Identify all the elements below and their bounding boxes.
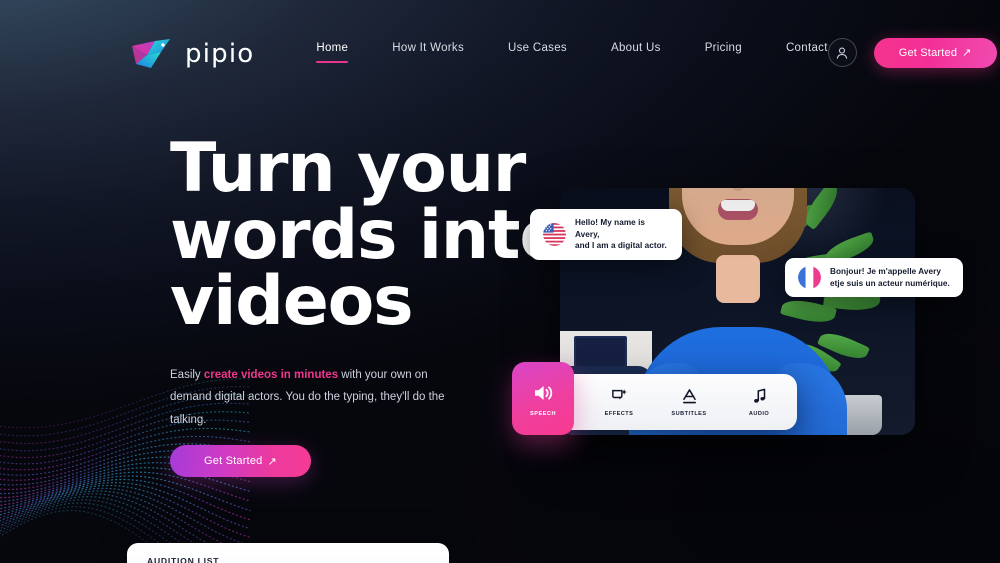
caption-bubble-french: Bonjour! Je m'appelle Avery etje suis un… [785,258,963,298]
nav-item-use-cases[interactable]: Use Cases [508,42,567,63]
sparkle-square-icon [611,389,627,400]
caption-text-french: Bonjour! Je m'appelle Avery etje suis un… [830,267,950,288]
tool-subtitles[interactable]: SUBTITLES [665,387,713,417]
landing-page: pipio Home How It Works Use Cases About … [0,0,1000,563]
tool-audio[interactable]: AUDIO [735,387,783,417]
tool-effects[interactable]: EFFECTS [595,387,643,417]
top-navigation-bar: pipio Home How It Works Use Cases About … [0,0,1000,105]
audition-list-title: AUDITION LIST [147,556,220,563]
tool-label-effects: EFFECTS [604,411,634,417]
brand-name: pipio [185,38,255,69]
arrow-up-right-icon: ↗ [962,47,972,59]
nav-get-started-button[interactable]: Get Started ↗ [873,37,997,68]
nav-actions: Get Started ↗ [827,37,997,68]
nav-item-contact[interactable]: Contact [786,42,828,63]
nav-links: Home How It Works Use Cases About Us Pri… [316,42,827,63]
hero-sub-highlight: create videos in minutes [203,368,339,381]
hero-section: Turn your words into videos Easily creat… [170,129,570,478]
nav-item-pricing[interactable]: Pricing [705,42,742,63]
brand-logo[interactable]: pipio [130,37,254,71]
tool-label-subtitles: SUBTITLES [671,411,707,417]
account-button[interactable] [827,38,857,67]
nav-cta-label: Get Started [898,46,958,59]
hero-headline: Turn your words into videos [170,129,566,342]
hero-get-started-button[interactable]: Get Started ↗ [170,445,311,478]
hero-subtext: Easily create videos in minutes with you… [170,364,455,431]
tool-label-speech: SPEECH [529,410,556,417]
tool-speech-active[interactable]: SPEECH [512,362,574,435]
caption-text-english: Hello! My name is Avery, and I am a digi… [575,218,667,251]
caption-bubble-english: Hello! My name is Avery, and I am a digi… [530,209,682,260]
us-flag-icon [543,222,566,246]
subtitle-letter-a-icon [682,389,696,404]
bird-logo-icon [132,38,170,68]
music-note-icon [753,388,765,403]
nav-item-home[interactable]: Home [316,42,349,63]
nav-item-how-it-works[interactable]: How It Works [392,42,464,63]
hero-sub-before: Easily [170,368,204,381]
nav-item-about-us[interactable]: About Us [611,42,661,63]
user-account-icon [837,47,848,59]
speaker-volume-icon [535,385,553,400]
audition-list-card[interactable]: AUDITION LIST [127,543,449,563]
fr-flag-icon [798,266,821,290]
tool-label-audio: AUDIO [748,411,770,417]
hero-cta-label: Get Started [204,455,263,468]
arrow-up-right-icon: ↗ [267,455,277,468]
